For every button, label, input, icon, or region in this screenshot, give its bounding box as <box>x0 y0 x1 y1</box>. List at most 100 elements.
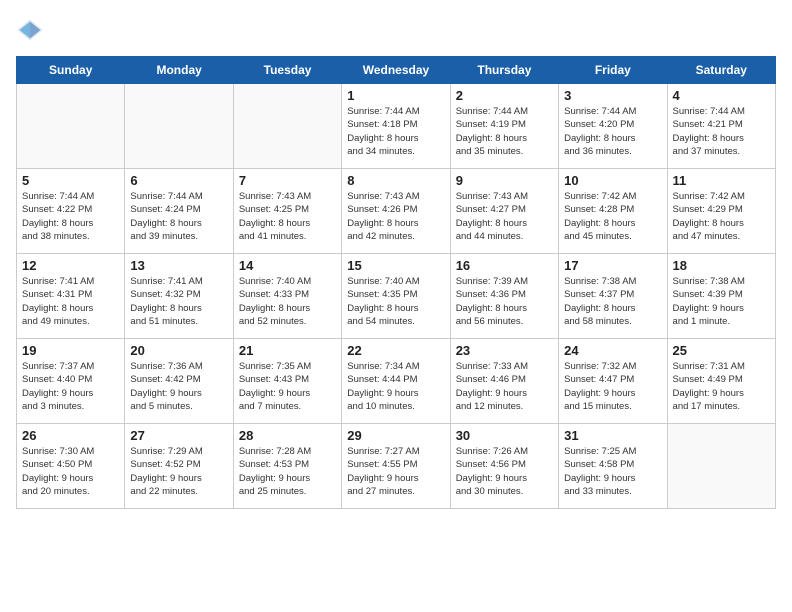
calendar-cell: 28 Sunrise: 7:28 AM Sunset: 4:53 PM Dayli… <box>233 424 341 509</box>
day-number: 30 <box>456 428 553 443</box>
day-number: 23 <box>456 343 553 358</box>
day-number: 31 <box>564 428 661 443</box>
day-number: 4 <box>673 88 770 103</box>
calendar-cell: 6Sunrise: 7:44 AM Sunset: 4:24 PM Daylig… <box>125 169 233 254</box>
day-info: Sunrise: 7:32 AM Sunset: 4:47 PM Dayligh… <box>564 360 661 413</box>
day-number: 21 <box>239 343 336 358</box>
header-row: SundayMondayTuesdayWednesdayThursdayFrid… <box>17 57 776 84</box>
calendar-cell <box>233 84 341 169</box>
calendar-cell: 20Sunrise: 7:36 AM Sunset: 4:42 PM Dayli… <box>125 339 233 424</box>
day-info: Sunrise: 7:40 AM Sunset: 4:35 PM Dayligh… <box>347 275 444 328</box>
day-header-friday: Friday <box>559 57 667 84</box>
day-number: 5 <box>22 173 119 188</box>
day-info: Sunrise: 7:31 AM Sunset: 4:49 PM Dayligh… <box>673 360 770 413</box>
day-number: 13 <box>130 258 227 273</box>
day-number: 22 <box>347 343 444 358</box>
day-info: Sunrise: 7:35 AM Sunset: 4:43 PM Dayligh… <box>239 360 336 413</box>
calendar-cell: 29 Sunrise: 7:27 AM Sunset: 4:55 PM Dayli… <box>342 424 450 509</box>
day-number: 7 <box>239 173 336 188</box>
day-number: 28 <box>239 428 336 443</box>
day-info: Sunrise: 7:28 AM Sunset: 4:53 PM Dayligh… <box>239 445 336 498</box>
week-row-5: 26Sunrise: 7:30 AM Sunset: 4:50 PM Dayli… <box>17 424 776 509</box>
day-number: 16 <box>456 258 553 273</box>
calendar-cell <box>125 84 233 169</box>
calendar-cell: 21 Sunrise: 7:35 AM Sunset: 4:43 PM Dayli… <box>233 339 341 424</box>
calendar-cell: 27 Sunrise: 7:29 AM Sunset: 4:52 PM Dayli… <box>125 424 233 509</box>
day-number: 8 <box>347 173 444 188</box>
calendar-cell: 12 Sunrise: 7:41 AM Sunset: 4:31 PM Dayli… <box>17 254 125 339</box>
day-header-wednesday: Wednesday <box>342 57 450 84</box>
day-number: 11 <box>673 173 770 188</box>
day-header-sunday: Sunday <box>17 57 125 84</box>
calendar-cell: 24 Sunrise: 7:32 AM Sunset: 4:47 PM Dayli… <box>559 339 667 424</box>
week-row-2: 5 Sunrise: 7:44 AM Sunset: 4:22 PM Daylig… <box>17 169 776 254</box>
day-info: Sunrise: 7:37 AM Sunset: 4:40 PM Dayligh… <box>22 360 119 413</box>
day-info: Sunrise: 7:44 AM Sunset: 4:21 PM Dayligh… <box>673 105 770 158</box>
calendar-cell: 30 Sunrise: 7:26 AM Sunset: 4:56 PM Dayli… <box>450 424 558 509</box>
day-number: 15 <box>347 258 444 273</box>
day-number: 25 <box>673 343 770 358</box>
calendar-table: SundayMondayTuesdayWednesdayThursdayFrid… <box>16 56 776 509</box>
day-info: Sunrise: 7:43 AM Sunset: 4:25 PM Dayligh… <box>239 190 336 243</box>
calendar-cell: 2 Sunrise: 7:44 AM Sunset: 4:19 PM Daylig… <box>450 84 558 169</box>
day-info: Sunrise: 7:44 AM Sunset: 4:19 PM Dayligh… <box>456 105 553 158</box>
week-row-4: 19 Sunrise: 7:37 AM Sunset: 4:40 PM Dayli… <box>17 339 776 424</box>
calendar-cell: 8 Sunrise: 7:43 AM Sunset: 4:26 PM Daylig… <box>342 169 450 254</box>
day-number: 12 <box>22 258 119 273</box>
day-info: Sunrise: 7:36 AM Sunset: 4:42 PM Dayligh… <box>130 360 227 413</box>
day-number: 24 <box>564 343 661 358</box>
day-number: 29 <box>347 428 444 443</box>
day-info: Sunrise: 7:41 AM Sunset: 4:31 PM Dayligh… <box>22 275 119 328</box>
day-info: Sunrise: 7:44 AM Sunset: 4:20 PM Dayligh… <box>564 105 661 158</box>
week-row-1: 1Sunrise: 7:44 AM Sunset: 4:18 PM Daylig… <box>17 84 776 169</box>
day-info: Sunrise: 7:38 AM Sunset: 4:37 PM Dayligh… <box>564 275 661 328</box>
day-header-thursday: Thursday <box>450 57 558 84</box>
day-number: 1 <box>347 88 444 103</box>
day-number: 10 <box>564 173 661 188</box>
calendar-cell: 15 Sunrise: 7:40 AM Sunset: 4:35 PM Dayli… <box>342 254 450 339</box>
day-info: Sunrise: 7:30 AM Sunset: 4:50 PM Dayligh… <box>22 445 119 498</box>
day-info: Sunrise: 7:42 AM Sunset: 4:28 PM Dayligh… <box>564 190 661 243</box>
day-info: Sunrise: 7:41 AM Sunset: 4:32 PM Dayligh… <box>130 275 227 328</box>
day-info: Sunrise: 7:26 AM Sunset: 4:56 PM Dayligh… <box>456 445 553 498</box>
calendar-cell: 1Sunrise: 7:44 AM Sunset: 4:18 PM Daylig… <box>342 84 450 169</box>
calendar-cell: 3 Sunrise: 7:44 AM Sunset: 4:20 PM Daylig… <box>559 84 667 169</box>
day-number: 2 <box>456 88 553 103</box>
day-info: Sunrise: 7:34 AM Sunset: 4:44 PM Dayligh… <box>347 360 444 413</box>
day-info: Sunrise: 7:43 AM Sunset: 4:26 PM Dayligh… <box>347 190 444 243</box>
calendar-cell: 11 Sunrise: 7:42 AM Sunset: 4:29 PM Dayli… <box>667 169 775 254</box>
day-info: Sunrise: 7:42 AM Sunset: 4:29 PM Dayligh… <box>673 190 770 243</box>
calendar-cell: 22 Sunrise: 7:34 AM Sunset: 4:44 PM Dayli… <box>342 339 450 424</box>
calendar-cell <box>17 84 125 169</box>
calendar-cell: 23Sunrise: 7:33 AM Sunset: 4:46 PM Dayli… <box>450 339 558 424</box>
day-header-monday: Monday <box>125 57 233 84</box>
page-header <box>16 16 776 44</box>
calendar-cell: 9 Sunrise: 7:43 AM Sunset: 4:27 PM Daylig… <box>450 169 558 254</box>
day-number: 27 <box>130 428 227 443</box>
logo <box>16 16 48 44</box>
calendar-cell: 19 Sunrise: 7:37 AM Sunset: 4:40 PM Dayli… <box>17 339 125 424</box>
week-row-3: 12 Sunrise: 7:41 AM Sunset: 4:31 PM Dayli… <box>17 254 776 339</box>
day-number: 14 <box>239 258 336 273</box>
day-info: Sunrise: 7:43 AM Sunset: 4:27 PM Dayligh… <box>456 190 553 243</box>
day-number: 18 <box>673 258 770 273</box>
day-info: Sunrise: 7:44 AM Sunset: 4:22 PM Dayligh… <box>22 190 119 243</box>
day-number: 17 <box>564 258 661 273</box>
calendar-cell <box>667 424 775 509</box>
day-info: Sunrise: 7:29 AM Sunset: 4:52 PM Dayligh… <box>130 445 227 498</box>
day-info: Sunrise: 7:27 AM Sunset: 4:55 PM Dayligh… <box>347 445 444 498</box>
day-number: 3 <box>564 88 661 103</box>
day-info: Sunrise: 7:44 AM Sunset: 4:24 PM Dayligh… <box>130 190 227 243</box>
day-info: Sunrise: 7:25 AM Sunset: 4:58 PM Dayligh… <box>564 445 661 498</box>
day-number: 9 <box>456 173 553 188</box>
calendar-cell: 10 Sunrise: 7:42 AM Sunset: 4:28 PM Dayli… <box>559 169 667 254</box>
calendar-cell: 25 Sunrise: 7:31 AM Sunset: 4:49 PM Dayli… <box>667 339 775 424</box>
calendar-cell: 5 Sunrise: 7:44 AM Sunset: 4:22 PM Daylig… <box>17 169 125 254</box>
day-info: Sunrise: 7:39 AM Sunset: 4:36 PM Dayligh… <box>456 275 553 328</box>
calendar-cell: 13 Sunrise: 7:41 AM Sunset: 4:32 PM Dayli… <box>125 254 233 339</box>
calendar-cell: 26Sunrise: 7:30 AM Sunset: 4:50 PM Dayli… <box>17 424 125 509</box>
day-number: 19 <box>22 343 119 358</box>
calendar-cell: 17 Sunrise: 7:38 AM Sunset: 4:37 PM Dayli… <box>559 254 667 339</box>
day-info: Sunrise: 7:40 AM Sunset: 4:33 PM Dayligh… <box>239 275 336 328</box>
day-header-tuesday: Tuesday <box>233 57 341 84</box>
